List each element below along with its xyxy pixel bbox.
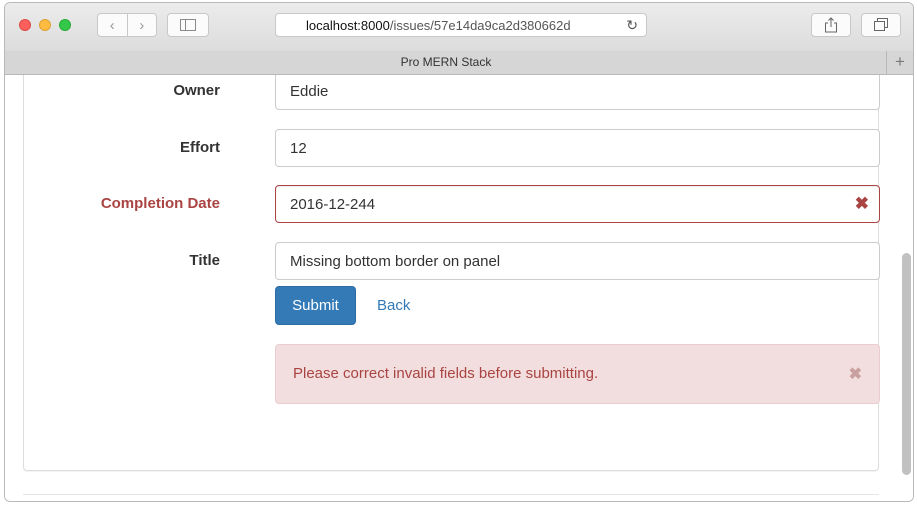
url-host: localhost:8000 xyxy=(306,17,390,33)
owner-label: Owner xyxy=(173,82,220,99)
effort-field[interactable]: 12 xyxy=(275,129,880,167)
new-tab-plus-icon[interactable]: + xyxy=(886,51,913,74)
address-bar[interactable]: localhost:8000/issues/57e14da9ca2d380662… xyxy=(275,13,647,37)
page-content: Owner Eddie Effort 12 Completion Date 20… xyxy=(5,75,913,501)
nav-buttons: ‹ › xyxy=(97,13,157,37)
edit-issue-panel: Owner Eddie Effort 12 Completion Date 20… xyxy=(23,75,880,471)
tab-title[interactable]: Pro MERN Stack xyxy=(5,51,887,74)
minimize-window-button[interactable] xyxy=(39,19,51,31)
alert-message: Please correct invalid fields before sub… xyxy=(293,365,599,382)
completion-date-value: 2016-12-244 xyxy=(290,195,376,213)
share-button[interactable] xyxy=(811,13,851,37)
completion-date-field[interactable]: 2016-12-244 ✖ xyxy=(275,185,880,223)
sidebar-icon xyxy=(180,19,196,31)
alert-close-icon[interactable]: ✖ xyxy=(849,364,862,384)
reload-icon[interactable]: ↻ xyxy=(626,17,638,34)
effort-label: Effort xyxy=(180,139,220,156)
effort-value: 12 xyxy=(290,139,307,157)
validation-alert: Please correct invalid fields before sub… xyxy=(275,344,880,404)
owner-field[interactable]: Eddie xyxy=(275,75,880,110)
forward-arrow-icon[interactable]: › xyxy=(126,14,157,36)
browser-window: ‹ › localhost:8000/issues/57e14da9ca2d38… xyxy=(4,2,914,502)
submit-button[interactable]: Submit xyxy=(275,286,356,325)
url-path: /issues/57e14da9ca2d380662d xyxy=(389,17,571,33)
title-field[interactable]: Missing bottom border on panel xyxy=(275,242,880,280)
tabs-icon xyxy=(874,18,888,31)
zoom-window-button[interactable] xyxy=(59,19,71,31)
share-icon xyxy=(825,17,837,33)
tabs-overview-button[interactable] xyxy=(861,13,901,37)
owner-value: Eddie xyxy=(290,82,329,100)
vertical-scrollbar[interactable] xyxy=(902,253,911,475)
back-link[interactable]: Back xyxy=(377,297,410,314)
error-x-icon: ✖ xyxy=(854,194,869,213)
title-value: Missing bottom border on panel xyxy=(290,252,501,270)
completion-date-label: Completion Date xyxy=(100,195,220,212)
back-arrow-icon[interactable]: ‹ xyxy=(98,14,127,36)
divider xyxy=(23,494,879,495)
browser-toolbar: ‹ › localhost:8000/issues/57e14da9ca2d38… xyxy=(5,3,913,52)
sidebar-toggle-button[interactable] xyxy=(167,13,209,37)
tab-bar: Pro MERN Stack + xyxy=(5,51,913,75)
close-window-button[interactable] xyxy=(19,19,31,31)
title-label: Title xyxy=(189,252,220,269)
